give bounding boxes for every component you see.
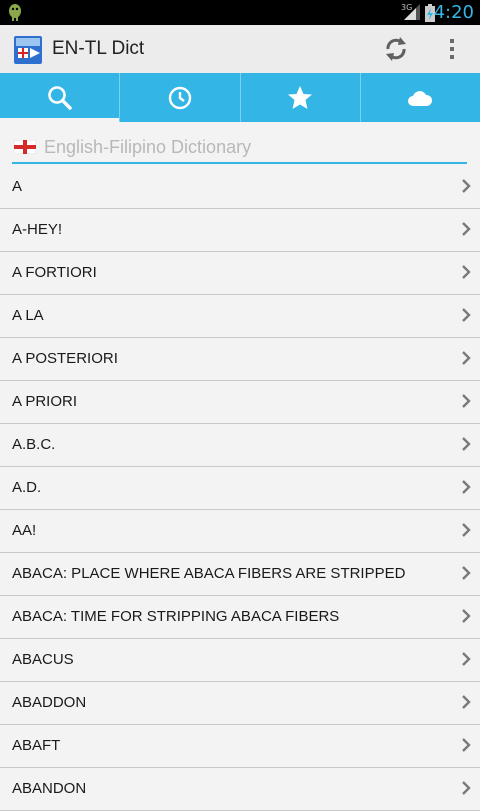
chevron-right-icon xyxy=(462,394,471,408)
list-item[interactable]: AA! xyxy=(0,510,480,553)
refresh-icon xyxy=(386,37,406,61)
app-title: EN-TL Dict xyxy=(52,38,145,59)
tab-cloud[interactable] xyxy=(361,73,480,122)
chevron-right-icon xyxy=(462,609,471,623)
tab-history[interactable] xyxy=(120,73,241,122)
list-item[interactable]: A POSTERIORI xyxy=(0,338,480,381)
search-input[interactable] xyxy=(44,134,454,160)
chevron-right-icon xyxy=(462,222,471,236)
tab-bar xyxy=(0,73,480,122)
list-item[interactable]: ABADDON xyxy=(0,682,480,725)
cloud-icon xyxy=(408,90,433,106)
chevron-right-icon xyxy=(462,351,471,365)
english-flag-icon xyxy=(13,139,37,159)
chevron-right-icon xyxy=(462,566,471,580)
list-item[interactable]: A.D. xyxy=(0,467,480,510)
signal-strength-icon xyxy=(404,4,420,25)
overflow-menu-button[interactable] xyxy=(440,33,464,65)
word-list: A A-HEY! A FORTIORI A LA A POSTERIORI A PRIOR… xyxy=(0,166,480,811)
chevron-right-icon xyxy=(462,738,471,752)
app-logo-icon xyxy=(14,36,42,64)
refresh-button[interactable] xyxy=(381,33,411,65)
list-item-label: A.B.C. xyxy=(12,436,56,453)
tab-favorites[interactable] xyxy=(241,73,361,122)
list-item[interactable]: A xyxy=(0,166,480,209)
list-item[interactable]: ABACA: TIME FOR STRIPPING ABACA FIBERS xyxy=(0,596,480,639)
list-item[interactable]: ABACUS xyxy=(0,639,480,682)
chevron-right-icon xyxy=(462,308,471,322)
search-box xyxy=(12,132,467,164)
list-item[interactable]: A.B.C. xyxy=(0,424,480,467)
list-item[interactable]: ABACA: PLACE WHERE ABACA FIBERS ARE STRI… xyxy=(0,553,480,596)
list-item[interactable]: A LA xyxy=(0,295,480,338)
history-icon xyxy=(168,86,192,109)
status-bar: 3G 4:20 xyxy=(0,0,480,25)
list-item-label: A POSTERIORI xyxy=(12,350,118,367)
chevron-right-icon xyxy=(462,652,471,666)
android-notification-icon xyxy=(6,2,24,27)
list-item-label: A LA xyxy=(12,307,44,324)
list-item-label: A PRIORI xyxy=(12,393,78,410)
chevron-right-icon xyxy=(462,480,471,494)
list-item-label: A-HEY! xyxy=(12,221,63,238)
status-clock: 4:20 xyxy=(433,2,474,23)
list-item-label: AA! xyxy=(12,522,37,539)
list-item[interactable]: ABANDON xyxy=(0,768,480,811)
list-item-label: ABACA: PLACE WHERE ABACA FIBERS ARE STRI… xyxy=(12,565,406,582)
star-icon xyxy=(288,85,313,109)
tab-search[interactable] xyxy=(0,73,121,122)
chevron-right-icon xyxy=(462,179,471,193)
chevron-right-icon xyxy=(462,265,471,279)
list-item-label: ABACUS xyxy=(12,651,74,668)
list-item[interactable]: A FORTIORI xyxy=(0,252,480,295)
list-item-label: ABACA: TIME FOR STRIPPING ABACA FIBERS xyxy=(12,608,340,625)
list-item-label: ABAFT xyxy=(12,737,61,754)
list-item[interactable]: A PRIORI xyxy=(0,381,480,424)
list-item-label: ABADDON xyxy=(12,694,87,711)
chevron-right-icon xyxy=(462,781,471,795)
search-icon xyxy=(47,85,72,110)
list-item[interactable]: A-HEY! xyxy=(0,209,480,252)
chevron-right-icon xyxy=(462,523,471,537)
chevron-right-icon xyxy=(462,437,471,451)
list-item-label: A.D. xyxy=(12,479,42,496)
list-item-label: A FORTIORI xyxy=(12,264,97,281)
list-item-label: A xyxy=(12,178,23,195)
more-vertical-icon xyxy=(450,39,454,59)
list-item-label: ABANDON xyxy=(12,780,87,797)
list-item[interactable]: ABAFT xyxy=(0,725,480,768)
chevron-right-icon xyxy=(462,695,471,709)
